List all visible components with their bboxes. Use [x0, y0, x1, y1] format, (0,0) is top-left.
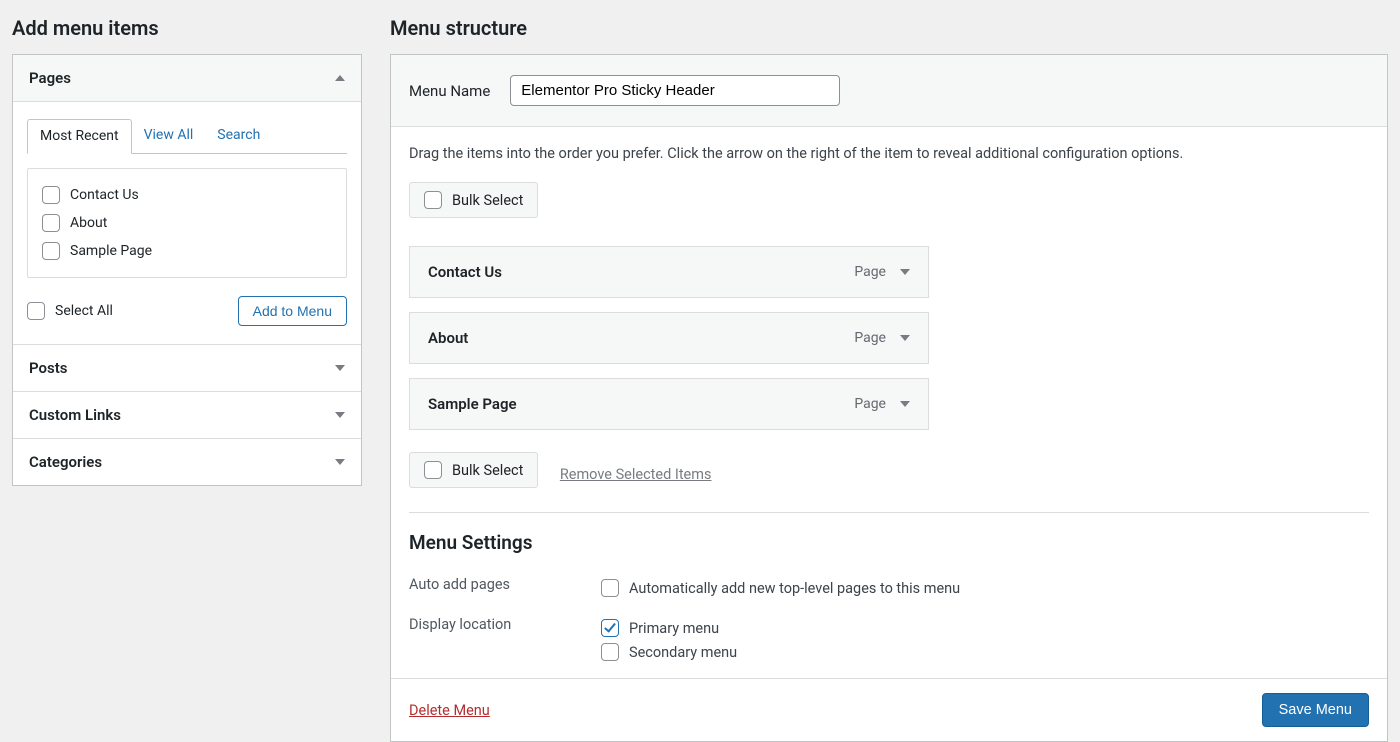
bulk-select-top-label: Bulk Select [452, 192, 523, 209]
menu-header: Menu Name [391, 55, 1387, 127]
bulk-select-bottom-checkbox[interactable] [424, 461, 442, 479]
tab-most-recent[interactable]: Most Recent [27, 119, 132, 154]
page-checkbox-sample-page[interactable] [42, 242, 60, 260]
primary-menu-text: Primary menu [629, 620, 719, 637]
display-location-row: Display location Primary menu Secondary … [409, 608, 1369, 672]
pages-body: Most Recent View All Search Contact Us A… [13, 102, 361, 344]
accordion-section-categories: Categories [13, 438, 361, 485]
add-to-menu-button[interactable]: Add to Menu [238, 296, 347, 326]
bulk-select-top-checkbox[interactable] [424, 191, 442, 209]
accordion-title-pages: Pages [29, 69, 71, 87]
list-item: Sample Page [42, 237, 332, 265]
chevron-up-icon [335, 75, 345, 81]
auto-add-pages-text: Automatically add new top-level pages to… [629, 580, 960, 597]
menu-box: Menu Name Drag the items into the order … [390, 54, 1388, 742]
select-all-row: Select All Add to Menu [27, 296, 347, 326]
tab-search[interactable]: Search [205, 119, 272, 154]
accordion-title-categories: Categories [29, 453, 102, 471]
auto-add-pages-checkbox[interactable] [601, 579, 619, 597]
display-location-primary[interactable]: Primary menu [601, 616, 737, 640]
remove-selected-link[interactable]: Remove Selected Items [560, 466, 712, 483]
menu-item-title: Contact Us [428, 263, 502, 281]
accordion-title-custom-links: Custom Links [29, 406, 121, 424]
list-item: Contact Us [42, 181, 332, 209]
accordion-toggle-categories[interactable]: Categories [13, 439, 361, 485]
select-all-text: Select All [55, 303, 113, 319]
accordion-toggle-pages[interactable]: Pages [13, 55, 361, 102]
add-menu-items-heading: Add menu items [12, 16, 362, 40]
delete-menu-link[interactable]: Delete Menu [409, 702, 490, 719]
chevron-down-icon [335, 412, 345, 418]
menu-name-input[interactable] [510, 75, 840, 106]
pages-list: Contact Us About Sample Page [27, 168, 347, 278]
menu-structure-heading: Menu structure [390, 16, 1388, 40]
menu-item-about[interactable]: About Page [409, 312, 929, 364]
chevron-down-icon[interactable] [900, 335, 910, 341]
display-location-secondary[interactable]: Secondary menu [601, 640, 737, 664]
chevron-down-icon [335, 365, 345, 371]
accordion-section-custom-links: Custom Links [13, 391, 361, 438]
accordion-panel: Pages Most Recent View All Search Contac… [12, 54, 362, 486]
chevron-down-icon[interactable] [900, 401, 910, 407]
menu-name-label: Menu Name [409, 82, 490, 100]
accordion-section-posts: Posts [13, 344, 361, 391]
divider [409, 512, 1369, 513]
list-item: About [42, 209, 332, 237]
select-all-checkbox[interactable] [27, 302, 45, 320]
drag-hint: Drag the items into the order you prefer… [409, 145, 1369, 162]
add-menu-items-column: Add menu items Pages Most Recent View Al… [12, 10, 362, 742]
pages-tabs: Most Recent View All Search [27, 118, 347, 154]
menu-item-sample-page[interactable]: Sample Page Page [409, 378, 929, 430]
menu-body: Drag the items into the order you prefer… [391, 127, 1387, 678]
primary-menu-checkbox[interactable] [601, 619, 619, 637]
accordion-section-pages: Pages Most Recent View All Search Contac… [13, 55, 361, 344]
select-all-label[interactable]: Select All [27, 297, 113, 325]
chevron-down-icon[interactable] [900, 269, 910, 275]
save-menu-button[interactable]: Save Menu [1262, 693, 1369, 727]
menu-footer: Delete Menu Save Menu [391, 678, 1387, 741]
accordion-title-posts: Posts [29, 359, 67, 377]
menu-item-contact-us[interactable]: Contact Us Page [409, 246, 929, 298]
menu-item-type: Page [854, 264, 886, 280]
menu-item-title: Sample Page [428, 395, 517, 413]
auto-add-pages-row: Auto add pages Automatically add new top… [409, 568, 1369, 608]
page-label: About [70, 215, 107, 231]
page-checkbox-contact-us[interactable] [42, 186, 60, 204]
bulk-row-bottom: Bulk Select Remove Selected Items [409, 452, 1369, 488]
auto-add-pages-label: Auto add pages [409, 576, 601, 593]
menu-items-list: Contact Us Page About Page [409, 246, 929, 430]
menu-structure-column: Menu structure Menu Name Drag the items … [390, 10, 1388, 742]
page-label: Contact Us [70, 187, 139, 203]
menu-item-type: Page [854, 330, 886, 346]
accordion-toggle-posts[interactable]: Posts [13, 345, 361, 391]
chevron-down-icon [335, 459, 345, 465]
auto-add-pages-option[interactable]: Automatically add new top-level pages to… [601, 576, 960, 600]
menu-item-title: About [428, 329, 468, 347]
page-label: Sample Page [70, 243, 152, 259]
menu-settings-heading: Menu Settings [409, 531, 1369, 554]
secondary-menu-text: Secondary menu [629, 644, 737, 661]
tab-view-all[interactable]: View All [132, 119, 206, 154]
display-location-label: Display location [409, 616, 601, 633]
bulk-select-top[interactable]: Bulk Select [409, 182, 538, 218]
page-checkbox-about[interactable] [42, 214, 60, 232]
bulk-select-bottom-label: Bulk Select [452, 462, 523, 479]
menu-item-type: Page [854, 396, 886, 412]
secondary-menu-checkbox[interactable] [601, 643, 619, 661]
bulk-select-bottom[interactable]: Bulk Select [409, 452, 538, 488]
accordion-toggle-custom-links[interactable]: Custom Links [13, 392, 361, 438]
